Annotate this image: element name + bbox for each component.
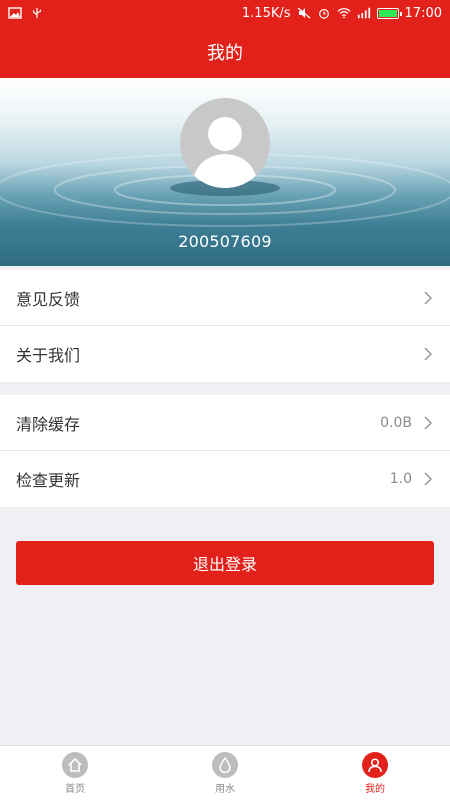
battery-icon [376, 7, 402, 19]
wifi-icon [337, 8, 351, 19]
menu-group-settings: 清除缓存 0.0B 检查更新 1.0 [0, 395, 450, 507]
clear-cache-item[interactable]: 清除缓存 0.0B [0, 395, 450, 451]
tab-home-label: 首页 [65, 783, 85, 795]
tab-home[interactable]: 首页 [0, 746, 150, 800]
alarm-icon [318, 8, 329, 19]
signal-icon [357, 7, 370, 19]
tab-water[interactable]: 用水 [150, 746, 300, 800]
clock: 17:00 [404, 5, 442, 21]
about-us-item[interactable]: 关于我们 [0, 326, 450, 382]
tab-water-label: 用水 [215, 783, 235, 795]
user-icon [362, 751, 388, 778]
mute-icon [297, 7, 310, 19]
check-update-label: 检查更新 [16, 471, 81, 490]
feedback-label: 意见反馈 [16, 289, 81, 309]
avatar[interactable] [180, 98, 270, 188]
tab-mine-label: 我的 [365, 783, 385, 795]
chevron-right-icon [424, 472, 433, 486]
clear-cache-label: 清除缓存 [16, 414, 81, 434]
network-speed: 1.15K/s [241, 5, 291, 21]
feedback-item[interactable]: 意见反馈 [0, 270, 450, 326]
user-silhouette-icon [192, 117, 258, 188]
about-us-label: 关于我们 [16, 346, 81, 365]
home-icon [62, 751, 88, 778]
menu-group-info: 意见反馈 关于我们 [0, 270, 450, 382]
username: 200507609 [178, 232, 272, 251]
bottom-tab-bar: 首页 用水 我的 [0, 745, 450, 800]
app-version: 1.0 [389, 471, 412, 487]
chevron-right-icon [424, 290, 433, 305]
logout-button[interactable]: 退出登录 [16, 541, 434, 585]
page-title: 我的 [207, 43, 243, 64]
check-update-item[interactable]: 检查更新 1.0 [0, 451, 450, 507]
water-drop-icon [212, 751, 238, 778]
tab-mine[interactable]: 我的 [300, 746, 450, 800]
chevron-right-icon [424, 347, 433, 361]
status-bar: 1.15K/s 17:00 [0, 0, 450, 26]
chevron-right-icon [424, 415, 433, 430]
usb-icon [32, 7, 42, 19]
cache-size: 0.0B [380, 414, 412, 431]
image-notification-icon [8, 7, 22, 19]
profile-header: 200507609 [0, 78, 450, 266]
title-bar: 我的 [0, 26, 450, 78]
